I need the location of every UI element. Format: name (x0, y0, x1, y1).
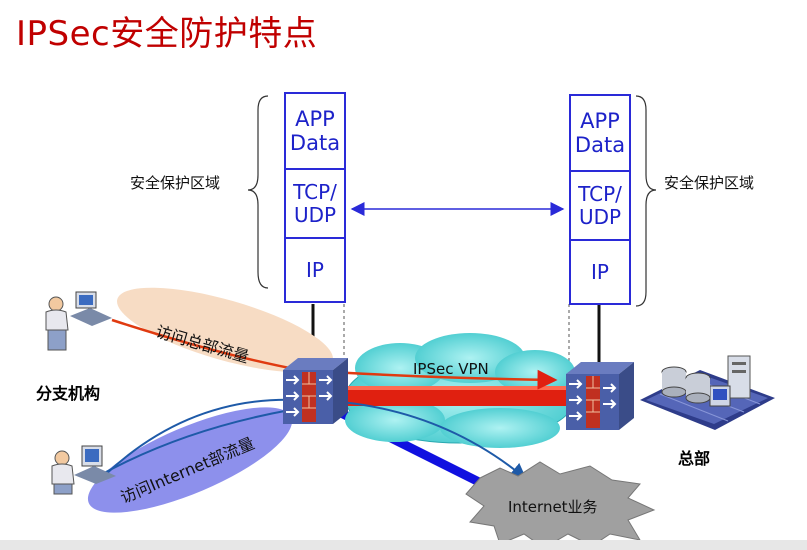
right-brace (635, 95, 657, 307)
right-app-label: APP (580, 108, 620, 133)
zone-label-right: 安全保护区域 (664, 174, 755, 192)
left-udp-label: UDP (293, 202, 337, 227)
right-app-data-layer: APP Data (571, 96, 629, 172)
branch-firewall (283, 358, 348, 424)
hq-label: 总部 (678, 449, 711, 468)
left-protocol-stack: APP Data TCP/ UDP IP (284, 92, 346, 303)
zone-label-left: 安全保护区域 (130, 174, 221, 192)
left-ip-label: IP (306, 257, 324, 282)
left-ip-layer: IP (286, 239, 344, 301)
branch-user-icon (45, 291, 112, 351)
right-ip-label: IP (591, 259, 609, 284)
left-app-data-layer: APP Data (286, 94, 344, 170)
left-brace (247, 95, 269, 289)
right-tcp-label: TCP/ (578, 181, 622, 206)
right-udp-label: UDP (578, 204, 622, 229)
left-transport-layer: TCP/ UDP (286, 170, 344, 239)
right-transport-layer: TCP/ UDP (571, 172, 629, 241)
left-tcp-label: TCP/ (293, 179, 337, 204)
vpn-label: IPSec VPN (413, 360, 489, 378)
hq-firewall (566, 362, 634, 430)
left-app-label: APP (295, 106, 335, 131)
branch-label: 分支机构 (36, 384, 101, 403)
right-data-label: Data (574, 133, 626, 157)
right-protocol-stack: APP Data TCP/ UDP IP (569, 94, 631, 305)
hq-datacenter-icon (640, 355, 775, 430)
bottom-bar (0, 540, 807, 550)
internet-label: Internet业务 (508, 498, 598, 516)
left-data-label: Data (289, 131, 341, 155)
right-ip-layer: IP (571, 241, 629, 303)
